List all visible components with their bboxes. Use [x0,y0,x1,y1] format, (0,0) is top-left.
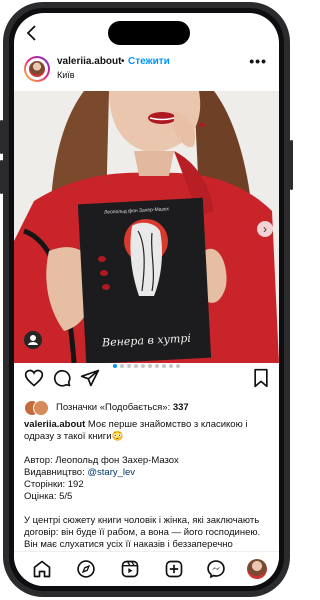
bookmark-icon[interactable] [252,368,274,390]
back-icon[interactable] [26,23,38,45]
carousel-next-icon[interactable]: › [257,221,273,237]
username[interactable]: valeriia.about [57,56,121,67]
volume-button [0,120,3,154]
follow-button[interactable]: Стежити [128,56,170,67]
likes-count: 337 [172,402,189,413]
profile-avatar[interactable] [247,559,267,579]
create-icon[interactable] [164,559,184,579]
explore-icon[interactable] [76,559,96,579]
reels-icon[interactable] [120,559,140,579]
location-link[interactable]: Київ [57,70,75,80]
dynamic-island [108,21,190,45]
more-icon[interactable]: ••• [249,53,267,69]
caption-author: Автор: Леопольд фон Захер-Мазох [24,455,179,466]
likes-label: Позначки «Подобається»: [56,402,173,413]
share-icon[interactable] [80,368,102,390]
caption-pages: Сторінки: 192 [24,479,84,490]
likes-row[interactable]: Позначки «Подобається»: 337 [24,400,274,416]
caption-summary: У центрі сюжету книги чоловік і жінка, я… [24,515,261,550]
tagged-users-icon[interactable] [24,331,42,349]
caption-publisher-label: Видавництво: [24,467,88,478]
comment-icon[interactable] [52,368,74,390]
bottom-nav [14,551,279,586]
power-button [290,140,293,190]
avatar[interactable] [24,56,50,82]
liker-avatar [33,400,49,416]
caption-username[interactable]: valeriia.about [24,419,85,430]
heart-icon[interactable] [24,368,46,390]
app-screen: valeriia.about • Стежити Київ ••• Леопол… [14,13,279,586]
caption-rating: Оцінка: 5/5 [24,491,73,502]
publisher-link[interactable]: @stary_lev [87,467,135,478]
action-bar [14,368,279,394]
post-photo[interactable]: Леопольд фон Захер-Мазох Венера в хутрі … [14,91,279,363]
messenger-icon[interactable] [206,559,226,579]
volume-button [0,160,3,194]
caption: valeriia.about Моє перше знайомство з кл… [24,419,274,551]
separator-dot: • [121,56,125,67]
home-icon[interactable] [32,559,52,579]
